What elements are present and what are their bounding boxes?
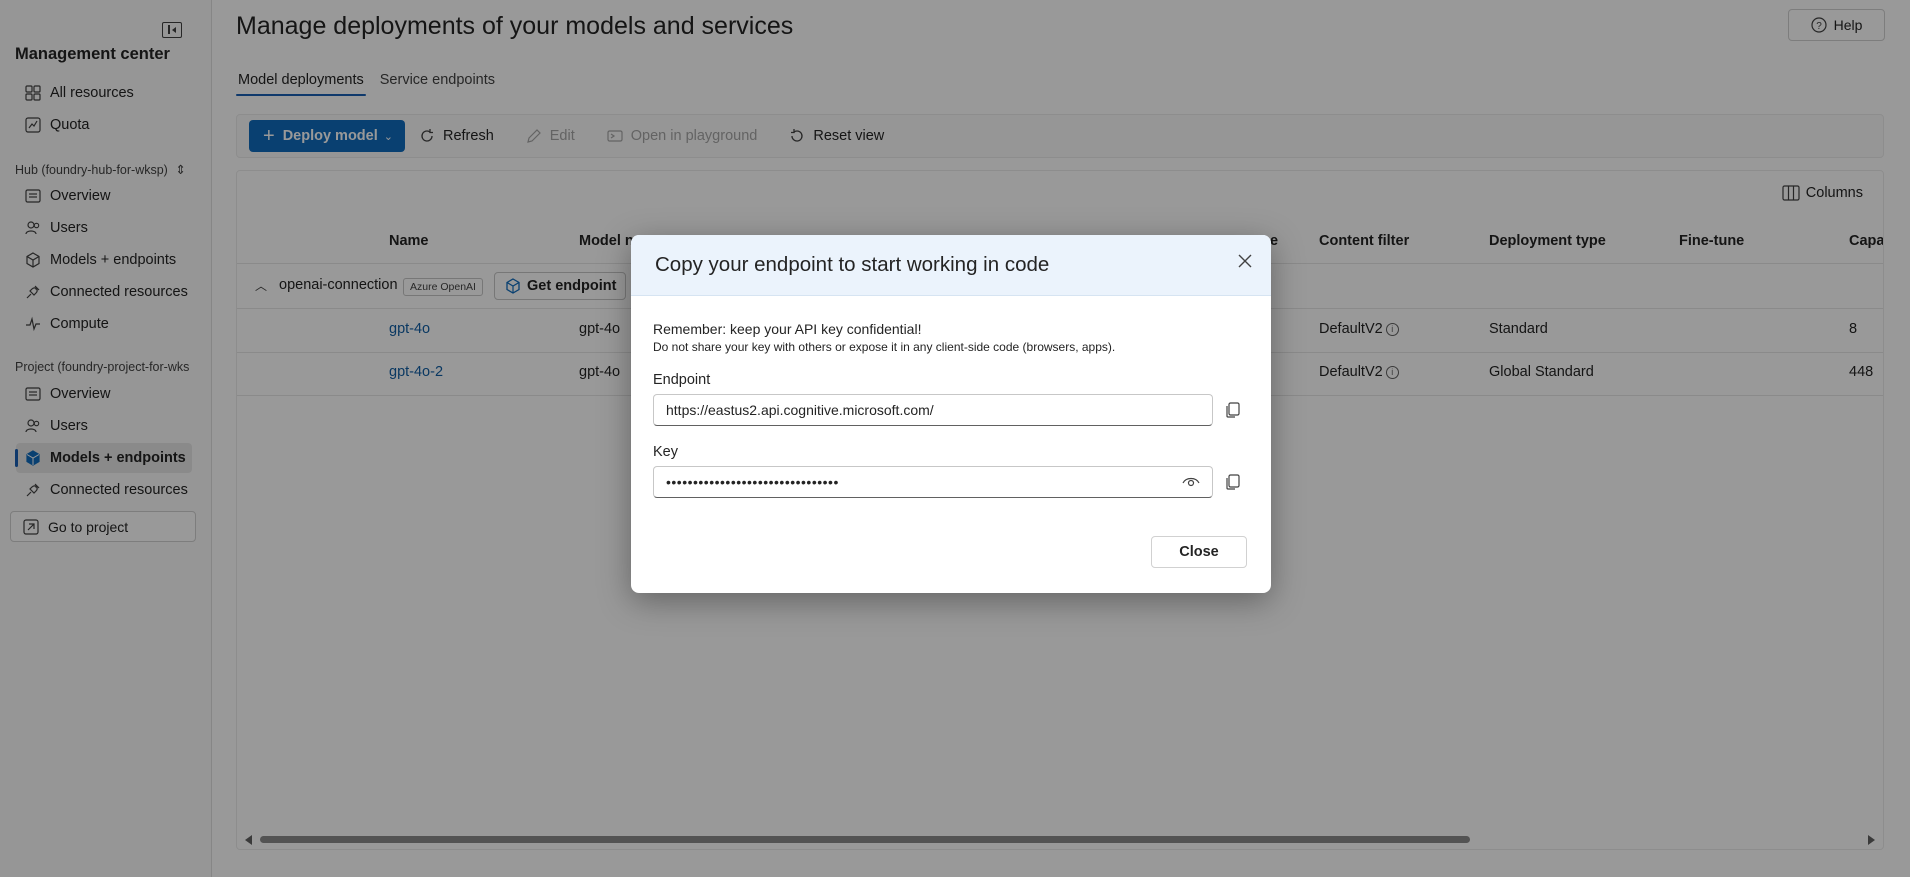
key-field[interactable] xyxy=(653,466,1213,498)
endpoint-field[interactable] xyxy=(653,394,1213,426)
dialog-warning-detail: Do not share your key with others or exp… xyxy=(653,340,1116,354)
endpoint-label: Endpoint xyxy=(653,372,711,388)
endpoint-input[interactable] xyxy=(666,402,1166,418)
copy-endpoint-icon[interactable] xyxy=(1222,399,1244,421)
copy-key-icon[interactable] xyxy=(1222,471,1244,493)
dialog-close-icon[interactable] xyxy=(1233,249,1257,273)
endpoint-dialog: Copy your endpoint to start working in c… xyxy=(631,235,1271,593)
key-label: Key xyxy=(653,444,678,460)
close-button[interactable]: Close xyxy=(1151,536,1247,568)
dialog-header: Copy your endpoint to start working in c… xyxy=(631,235,1271,296)
dialog-title: Copy your endpoint to start working in c… xyxy=(655,253,1050,276)
key-input[interactable] xyxy=(666,474,1166,490)
show-key-eye-icon[interactable] xyxy=(1182,475,1200,489)
dialog-warning: Remember: keep your API key confidential… xyxy=(653,321,922,337)
